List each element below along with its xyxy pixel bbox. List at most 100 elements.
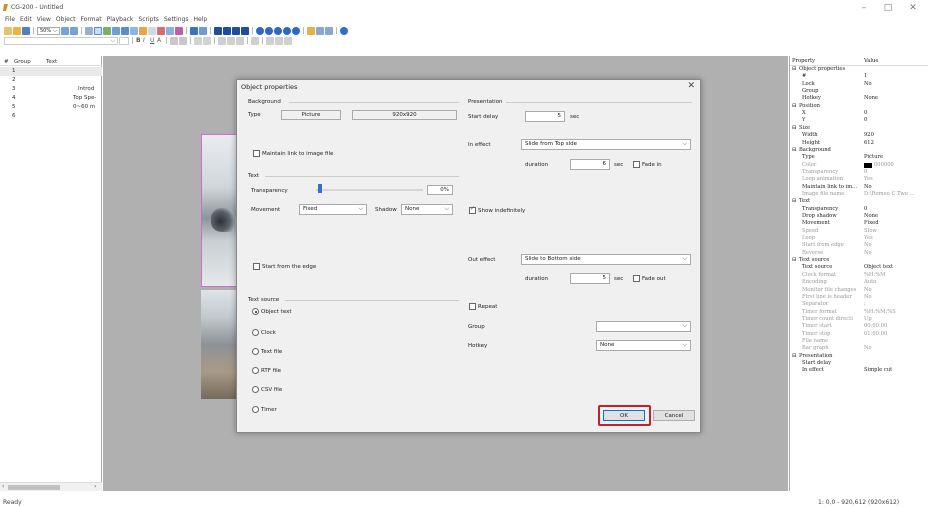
new-icon[interactable]	[4, 26, 12, 35]
list-item[interactable]: 5 0~60 m	[0, 103, 102, 112]
collapse-icon[interactable]: ⊟	[792, 147, 796, 153]
dialog-close-icon[interactable]: ✕	[687, 81, 695, 91]
output-icon[interactable]	[198, 26, 207, 35]
shadow-icon[interactable]	[194, 36, 202, 45]
pause-icon[interactable]	[222, 26, 231, 35]
background-color-icon[interactable]	[170, 36, 178, 45]
grid-icon[interactable]	[84, 26, 93, 35]
source-csv-file-radio[interactable]	[252, 386, 259, 393]
source-timer-radio[interactable]	[252, 406, 259, 413]
window-icon[interactable]	[120, 26, 129, 35]
line-icon[interactable]	[203, 36, 211, 45]
text-object-icon[interactable]	[156, 26, 165, 35]
font-color-icon[interactable]: A	[157, 37, 163, 44]
close-window-button[interactable]: ✕	[905, 2, 921, 14]
in-duration-input[interactable]: 6	[570, 159, 610, 170]
transparency-slider[interactable]	[316, 189, 423, 191]
record-icon[interactable]	[231, 26, 240, 35]
maintain-link-checkbox[interactable]	[253, 150, 260, 157]
zoom-out-icon[interactable]	[69, 26, 78, 35]
transparency-slider-thumb[interactable]	[318, 184, 322, 193]
align-right-icon[interactable]	[236, 36, 244, 45]
image-icon[interactable]	[102, 26, 111, 35]
bold-icon[interactable]: B	[136, 37, 142, 44]
spacing-icon[interactable]	[251, 36, 259, 45]
monitor-icon[interactable]	[189, 26, 198, 35]
list-item[interactable]: 1	[0, 67, 102, 76]
list-item[interactable]: 3 Introd	[0, 85, 102, 94]
start-edge-checkbox[interactable]	[253, 263, 260, 270]
list-item[interactable]: 2	[0, 76, 102, 85]
selected-object-preview[interactable]	[201, 134, 238, 287]
list-item[interactable]: 6	[0, 112, 102, 121]
cancel-button[interactable]: Cancel	[653, 410, 695, 421]
source-rtf-file-radio[interactable]	[252, 367, 259, 374]
scroll-right-icon[interactable]: ›	[94, 483, 96, 490]
maximize-button[interactable]: □	[880, 2, 896, 14]
out-duration-input[interactable]: 5	[570, 273, 610, 284]
source-clock-radio[interactable]	[252, 329, 259, 336]
select-icon[interactable]	[93, 26, 102, 35]
clock-object-icon[interactable]	[165, 26, 174, 35]
open-icon[interactable]	[13, 26, 21, 35]
picture-icon[interactable]	[111, 26, 120, 35]
save-icon[interactable]	[22, 26, 30, 35]
collapse-icon[interactable]: ⊟	[792, 125, 796, 131]
property-row[interactable]: In effect Simple cut	[790, 367, 928, 375]
menu-scripts[interactable]: Scripts	[138, 16, 159, 23]
italic-icon[interactable]: I	[143, 37, 149, 44]
hotkey-select[interactable]: None	[596, 340, 691, 351]
font-size-select[interactable]	[119, 36, 129, 45]
collapse-icon[interactable]: ⊟	[792, 257, 796, 263]
menu-settings[interactable]: Settings	[164, 16, 189, 23]
group-select[interactable]	[596, 321, 691, 332]
list-item[interactable]: 4 Top Spe-	[0, 94, 102, 103]
page-icon[interactable]	[147, 26, 156, 35]
info-icon[interactable]	[339, 26, 348, 35]
layout-icon[interactable]	[129, 26, 138, 35]
collapse-icon[interactable]: ⊟	[792, 66, 796, 72]
font-select[interactable]: ⌵	[4, 36, 118, 45]
border-icon[interactable]	[179, 36, 187, 45]
collapse-icon[interactable]: ⊟	[792, 353, 796, 359]
menu-view[interactable]: View	[37, 16, 51, 23]
underline-icon[interactable]: U	[150, 37, 156, 44]
settings-icon[interactable]	[324, 26, 333, 35]
source-object-text-radio[interactable]	[252, 308, 259, 315]
edit-icon[interactable]	[306, 26, 315, 35]
menu-format[interactable]: Format	[80, 16, 101, 23]
menu-edit[interactable]: Edit	[20, 16, 32, 23]
scroll-left-icon[interactable]: ‹	[2, 483, 4, 490]
zoom-in-icon[interactable]	[60, 26, 69, 35]
minimize-button[interactable]: –	[856, 2, 872, 14]
menu-playback[interactable]: Playback	[107, 16, 134, 23]
scroll-thumb[interactable]	[8, 485, 60, 490]
movement-select[interactable]: Fixed	[299, 204, 367, 215]
pointer-icon[interactable]	[266, 36, 274, 45]
layer4-icon[interactable]	[282, 26, 291, 35]
layer1-icon[interactable]	[255, 26, 264, 35]
zoom-select[interactable]: 50% ⌵	[37, 26, 60, 35]
fade-in-checkbox[interactable]	[633, 161, 640, 168]
copy-icon[interactable]	[138, 26, 147, 35]
stop-icon[interactable]	[240, 26, 249, 35]
collapse-icon[interactable]: ⊟	[792, 103, 796, 109]
layer3-icon[interactable]	[273, 26, 282, 35]
start-delay-input[interactable]: 5	[525, 111, 565, 122]
out-effect-select[interactable]: Slide to Bottom side	[521, 254, 691, 265]
script-icon[interactable]	[315, 26, 324, 35]
menu-file[interactable]: File	[5, 16, 15, 23]
play-icon[interactable]	[213, 26, 222, 35]
collapse-icon[interactable]: ⊟	[792, 198, 796, 204]
fade-out-checkbox[interactable]	[633, 275, 640, 282]
rotate-icon[interactable]	[284, 36, 292, 45]
repeat-checkbox[interactable]	[469, 303, 476, 310]
menu-help[interactable]: Help	[194, 16, 208, 23]
ok-button[interactable]: OK	[603, 410, 645, 421]
layer2-icon[interactable]	[264, 26, 273, 35]
in-effect-select[interactable]: Slide from Top side	[521, 139, 691, 150]
menu-object[interactable]: Object	[56, 16, 76, 23]
source-text-file-radio[interactable]	[252, 348, 259, 355]
list-scrollbar[interactable]: ‹ ›	[0, 482, 102, 491]
shadow-select[interactable]: None	[401, 204, 453, 215]
